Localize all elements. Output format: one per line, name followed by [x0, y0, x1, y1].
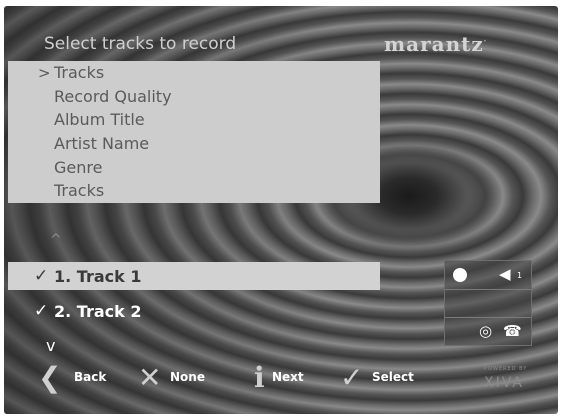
next-button[interactable]: i Next — [254, 360, 324, 396]
select-button[interactable]: ✓ Select — [340, 360, 430, 396]
info-icon: i — [254, 361, 265, 394]
checkmark-icon: ✓ — [34, 301, 49, 321]
track-label: 2. Track 2 — [54, 302, 142, 321]
divider — [445, 317, 531, 318]
marantz-logo: marantz· — [384, 32, 488, 56]
menu-item-record-quality[interactable]: Record Quality — [54, 87, 172, 107]
volume-level: 1 — [517, 271, 523, 280]
x-icon: ✕ — [138, 361, 162, 394]
phone-icon: ☎ — [503, 322, 522, 340]
menu-item-album-title[interactable]: Album Title — [54, 110, 145, 130]
checkmark-icon: ✓ — [34, 266, 49, 286]
none-button[interactable]: ✕ None — [138, 360, 218, 396]
record-dot-icon — [453, 268, 467, 282]
page-title: Select tracks to record — [44, 34, 237, 54]
divider — [445, 289, 531, 290]
status-panel: ◀ 1 ◎ ☎ — [444, 260, 532, 346]
back-button[interactable]: ❮ Back — [38, 360, 118, 396]
track-label: 1. Track 1 — [54, 267, 142, 286]
menu-item-tracks-2[interactable]: Tracks — [54, 181, 104, 201]
check-icon: ✓ — [340, 361, 364, 394]
menu-item-tracks[interactable]: > Tracks — [38, 63, 104, 83]
xiva-logo: POWERED BY XIVA — [484, 366, 528, 391]
disc-icon: ◎ — [479, 322, 493, 340]
track-row-2[interactable]: ✓ 2. Track 2 — [8, 297, 380, 325]
recording-screen: Select tracks to record marantz· > Track… — [4, 6, 558, 414]
scroll-up-icon[interactable]: ^ — [50, 232, 62, 248]
speaker-icon: ◀ — [499, 265, 511, 283]
track-row-1[interactable]: ✓ 1. Track 1 — [8, 262, 380, 290]
menu-item-genre[interactable]: Genre — [54, 158, 102, 178]
cursor-arrow-icon: > — [38, 64, 51, 82]
menu-item-artist-name[interactable]: Artist Name — [54, 134, 149, 154]
record-options-menu: > Tracks Record Quality Album Title Arti… — [8, 61, 380, 203]
back-arrow-icon: ❮ — [38, 361, 62, 394]
scroll-down-icon[interactable]: v — [46, 336, 55, 355]
